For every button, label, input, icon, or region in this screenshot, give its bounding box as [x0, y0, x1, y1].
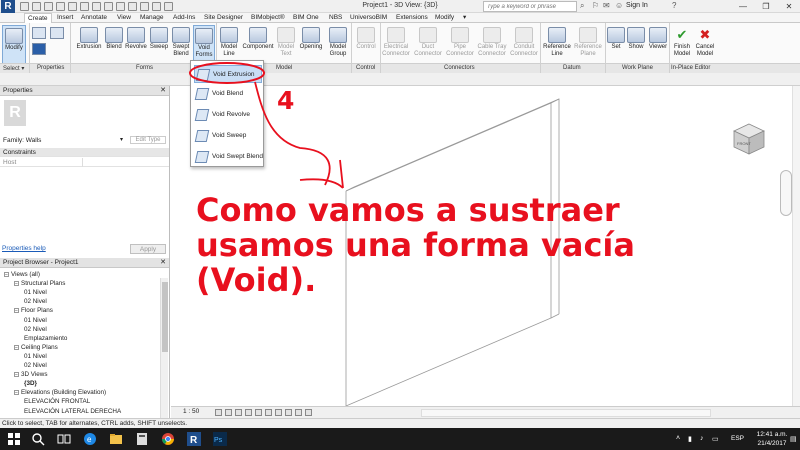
view-scale[interactable]: 1 : 50 — [183, 408, 199, 415]
clock-date: 21/4/2017 — [757, 440, 787, 447]
clock-time: 12:41 a.m. — [756, 431, 788, 438]
windows-taskbar: e R Ps ˄ ▮ ♪ ▭ ESP 12:41 a.m. 21/4/2017 … — [0, 428, 800, 450]
shadows-icon[interactable] — [245, 409, 252, 416]
volume-icon[interactable]: ♪ — [700, 435, 704, 442]
tray-up-arrow-icon[interactable]: ˄ — [676, 435, 680, 442]
reveal-hidden-icon[interactable] — [305, 409, 312, 416]
step-number: 4 — [277, 86, 295, 115]
arrow-head — [299, 159, 344, 189]
photoshop-icon[interactable]: Ps — [212, 431, 228, 447]
show-crop-icon[interactable] — [275, 409, 282, 416]
visual-style-icon[interactable] — [225, 409, 232, 416]
notifications-icon[interactable]: ▤ — [790, 435, 797, 443]
svg-text:R: R — [190, 435, 198, 446]
crop-view-icon[interactable] — [265, 409, 272, 416]
calculator-icon[interactable] — [134, 431, 150, 447]
edge-browser-icon[interactable]: e — [82, 431, 98, 447]
render-icon[interactable] — [255, 409, 262, 416]
sun-path-icon[interactable] — [235, 409, 242, 416]
annotation-text: Como vamos a sustraer usamos una forma v… — [196, 191, 635, 299]
lock-view-icon[interactable] — [285, 409, 292, 416]
battery-icon[interactable]: ▭ — [712, 435, 719, 443]
revit-taskbar-icon[interactable]: R — [186, 431, 202, 447]
detail-level-icon[interactable] — [215, 409, 222, 416]
file-explorer-icon[interactable] — [108, 431, 124, 447]
input-language[interactable]: ESP — [731, 435, 744, 442]
network-icon[interactable]: ▮ — [688, 435, 692, 443]
search-icon[interactable] — [30, 431, 46, 447]
windows-start-icon[interactable] — [6, 431, 22, 447]
view-control-bar: 1 : 50 — [171, 406, 800, 418]
system-clock[interactable]: 12:41 a.m. 21/4/2017 — [750, 430, 794, 448]
chrome-icon[interactable] — [160, 431, 176, 447]
svg-text:Ps: Ps — [214, 437, 223, 444]
task-view-icon[interactable] — [56, 431, 72, 447]
status-bar: Click to select, TAB for alternates, CTR… — [0, 418, 800, 428]
highlight-circle — [189, 62, 265, 84]
temp-hide-icon[interactable] — [295, 409, 302, 416]
horizontal-scrollbar[interactable] — [421, 409, 711, 417]
svg-text:e: e — [87, 435, 92, 444]
